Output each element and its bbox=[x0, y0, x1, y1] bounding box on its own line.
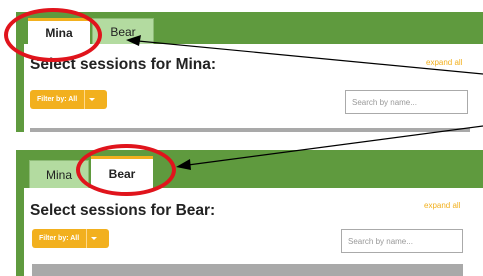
annotation-arrows bbox=[126, 35, 483, 170]
arrow-head-icon bbox=[126, 35, 141, 46]
arrow-head-icon bbox=[176, 159, 191, 170]
arrow-to-mina-tab bbox=[137, 40, 483, 75]
arrow-to-bear-tab bbox=[187, 125, 483, 166]
